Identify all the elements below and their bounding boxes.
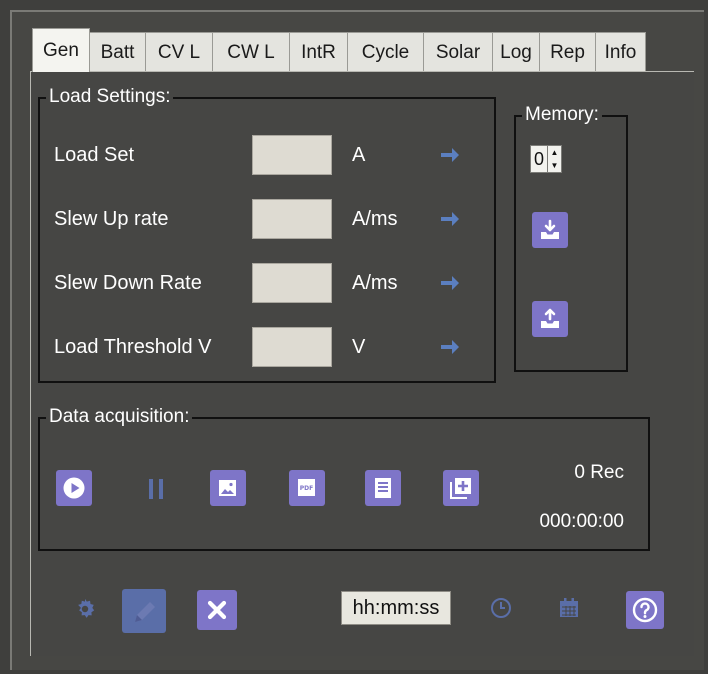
gear-icon[interactable] (70, 594, 100, 624)
help-button[interactable] (626, 591, 664, 629)
tab-intr[interactable]: IntR (290, 32, 348, 72)
data-acquisition-title: Data acquisition: (46, 405, 193, 429)
save-pdf-button[interactable]: PDF (289, 470, 325, 506)
arrow-right-icon[interactable] (438, 271, 462, 295)
slew-up-unit: A/ms (352, 207, 398, 230)
calendar-icon[interactable] (555, 594, 583, 622)
slew-up-input[interactable] (252, 199, 332, 239)
tab-info[interactable]: Info (596, 32, 646, 72)
clock-icon[interactable] (487, 594, 515, 622)
tab-rep[interactable]: Rep (540, 32, 596, 72)
memory-save-button[interactable] (532, 212, 568, 248)
download-icon (541, 219, 559, 239)
elapsed-time: 000:00:00 (539, 511, 624, 532)
edit-icon (135, 602, 155, 622)
load-settings-title: Load Settings: (46, 85, 174, 109)
load-settings-group: Load Settings: Load Set A Slew Up rate A… (38, 85, 496, 383)
time-format-field[interactable]: hh:mm:ss (341, 591, 451, 625)
add-icon (450, 478, 471, 499)
tab-bar: Gen Batt CV L CW L IntR Cycle Solar Log … (32, 28, 646, 72)
slew-up-row: Slew Up rate A/ms (54, 199, 462, 239)
close-icon (207, 600, 227, 620)
report-icon (375, 478, 391, 498)
load-set-label: Load Set (54, 143, 135, 166)
threshold-label: Load Threshold V (54, 335, 212, 358)
slew-down-unit: A/ms (352, 271, 398, 294)
image-icon (219, 480, 236, 496)
arrow-right-icon[interactable] (438, 207, 462, 231)
spin-up-icon[interactable]: ▲ (548, 146, 561, 159)
memory-title: Memory: (522, 103, 602, 127)
tab-gen[interactable]: Gen (32, 28, 90, 72)
arrow-right-icon[interactable] (438, 143, 462, 167)
close-button[interactable] (197, 590, 237, 630)
tab-batt[interactable]: Batt (90, 32, 146, 72)
pause-icon[interactable] (142, 474, 170, 504)
load-set-unit: A (352, 143, 366, 166)
tab-solar[interactable]: Solar (424, 32, 493, 72)
memory-load-button[interactable] (532, 301, 568, 337)
slew-up-label: Slew Up rate (54, 207, 169, 230)
tab-log[interactable]: Log (493, 32, 540, 72)
memory-slot-value: 0 (533, 148, 544, 169)
play-icon (63, 477, 85, 499)
add-button[interactable] (443, 470, 479, 506)
upload-icon (541, 308, 559, 328)
pdf-icon: PDF (298, 479, 315, 496)
slew-down-row: Slew Down Rate A/ms (54, 263, 462, 303)
start-acquisition-button[interactable] (56, 470, 92, 506)
save-image-button[interactable] (210, 470, 246, 506)
spin-down-icon[interactable]: ▼ (548, 159, 561, 172)
tab-cycle[interactable]: Cycle (348, 32, 424, 72)
arrow-right-icon[interactable] (438, 335, 462, 359)
load-set-row: Load Set A (54, 135, 462, 175)
record-count: 0 Rec (574, 462, 624, 483)
edit-button[interactable] (122, 589, 166, 633)
tab-cv-l[interactable]: CV L (146, 32, 213, 72)
slew-down-input[interactable] (252, 263, 332, 303)
svg-text:PDF: PDF (300, 485, 313, 492)
tab-cw-l[interactable]: CW L (213, 32, 290, 72)
slew-down-label: Slew Down Rate (54, 271, 202, 294)
help-icon (632, 597, 658, 623)
load-set-input[interactable] (252, 135, 332, 175)
threshold-input[interactable] (252, 327, 332, 367)
threshold-unit: V (352, 335, 366, 358)
memory-slot-spinner[interactable]: 0 ▲ ▼ (530, 145, 562, 173)
threshold-row: Load Threshold V V (54, 327, 462, 367)
report-button[interactable] (365, 470, 401, 506)
